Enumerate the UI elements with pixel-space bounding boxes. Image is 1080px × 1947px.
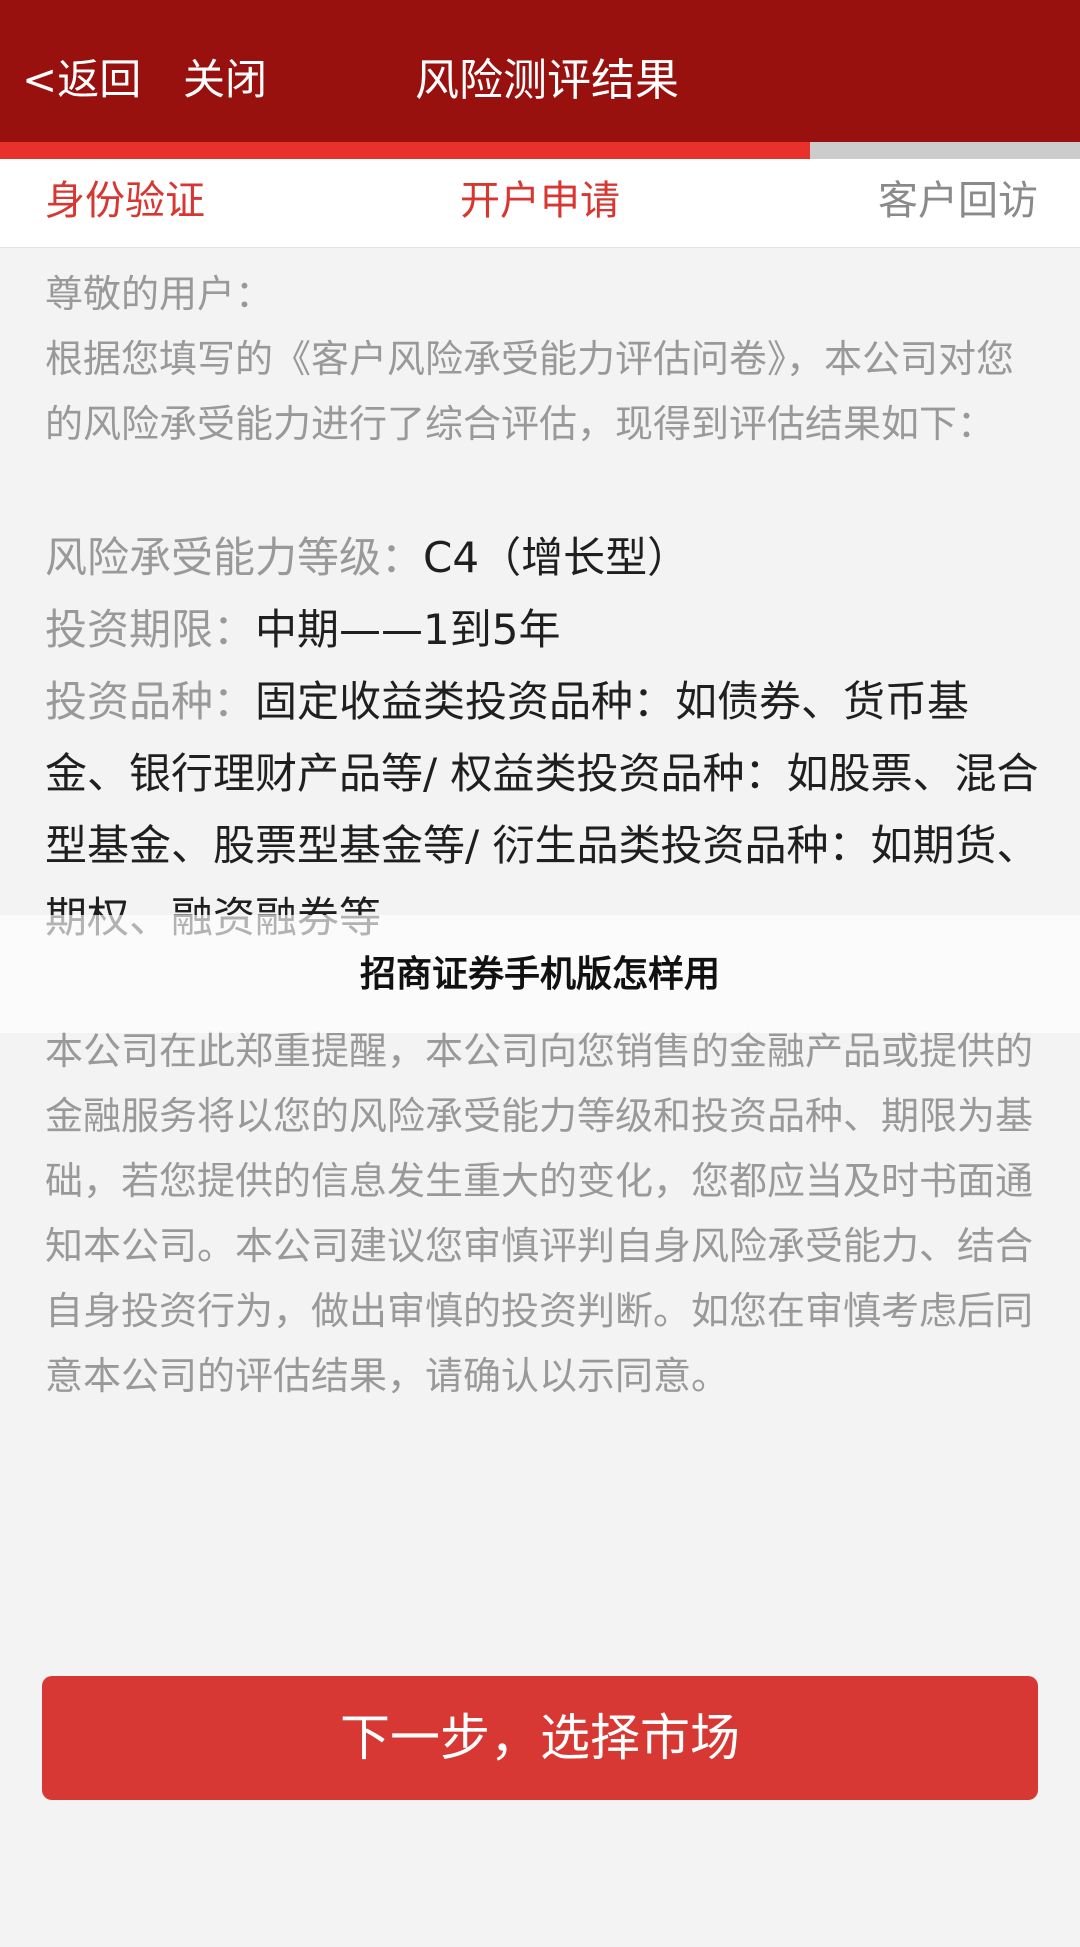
greeting-text: 尊敬的用户： <box>45 272 274 316</box>
term-value: 中期——1到5年 <box>255 605 561 654</box>
progress-bar <box>0 142 1080 159</box>
step-account-application[interactable]: 开户申请 <box>460 177 620 225</box>
watermark-text: 招商证券手机版怎样用 <box>359 954 720 995</box>
intro-text: 根据您填写的《客户风险承受能力评估问卷》，本公司对您的风险承受能力进行了综合评估… <box>45 337 1015 446</box>
next-step-button[interactable]: 下一步，选择市场 <box>42 1676 1038 1800</box>
term-row: 投资期限：中期——1到5年 <box>45 594 1045 666</box>
progress-fill <box>0 142 810 159</box>
page-title: 风险测评结果 <box>415 55 679 106</box>
risk-level-row: 风险承受能力等级：C4（增长型） <box>45 522 1045 594</box>
step-customer-callback[interactable]: 客户回访 <box>878 177 1038 225</box>
variety-label: 投资品种： <box>45 677 256 726</box>
header-bar: <返回 关闭 风险测评结果 <box>0 0 1080 142</box>
close-button[interactable]: 关闭 <box>183 46 267 107</box>
variety-row: 投资品种：固定收益类投资品种：如债券、货币基金、银行理财产品等/ 权益类投资品种… <box>45 666 1045 954</box>
result-content: 尊敬的用户： 根据您填写的《客户风险承受能力评估问卷》，本公司对您的风险承受能力… <box>45 262 1045 1409</box>
term-label: 投资期限： <box>45 605 256 654</box>
risk-level-value: C4（增长型） <box>423 533 690 582</box>
step-tabs: 身份验证 开户申请 客户回访 <box>0 159 1080 248</box>
reminder-text: 本公司在此郑重提醒，本公司向您销售的金融产品或提供的金融服务将以您的风险承受能力… <box>45 1029 1034 1398</box>
step-identity-verification[interactable]: 身份验证 <box>45 177 205 225</box>
back-button[interactable]: <返回 <box>22 46 141 107</box>
risk-level-label: 风险承受能力等级： <box>45 533 424 582</box>
